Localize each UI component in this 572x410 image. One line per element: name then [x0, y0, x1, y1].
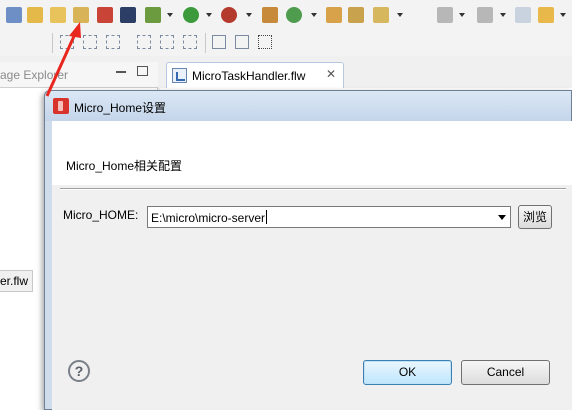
- grid-icon[interactable]: [258, 35, 272, 49]
- package-explorer-tab[interactable]: age Explorer: [0, 62, 158, 88]
- open-type-icon[interactable]: [326, 7, 342, 23]
- run-icon[interactable]: [183, 7, 199, 23]
- minimize-icon[interactable]: [116, 71, 126, 73]
- chevron-down-icon[interactable]: [498, 215, 506, 220]
- browse-button[interactable]: 浏览: [518, 205, 552, 229]
- dialog-titlebar[interactable]: Micro_Home设置: [45, 91, 571, 121]
- back-dropdown-icon[interactable]: [560, 13, 566, 17]
- micro-home-settings-dialog: Micro_Home设置 Micro_Home相关配置 Micro_HOME: …: [44, 90, 572, 410]
- editor-toolbar: 0%: [0, 30, 572, 82]
- back-arrow-icon[interactable]: [538, 7, 554, 23]
- dialog-body: Micro_Home相关配置 Micro_HOME: E:\micro\micr…: [52, 121, 572, 410]
- align-left-icon[interactable]: [60, 35, 74, 49]
- run-person-red-icon[interactable]: [97, 7, 113, 23]
- wrench-check-icon[interactable]: [6, 7, 22, 23]
- help-icon[interactable]: ?: [68, 360, 90, 382]
- dialog-header-text: Micro_Home相关配置: [66, 159, 183, 173]
- align-right-icon[interactable]: [106, 35, 120, 49]
- cancel-button[interactable]: Cancel: [461, 360, 550, 385]
- run-dropdown-icon[interactable]: [206, 13, 212, 17]
- flow-file-icon: [172, 68, 187, 83]
- close-icon[interactable]: ✕: [326, 67, 336, 81]
- debug-dropdown-icon[interactable]: [167, 13, 173, 17]
- micro-home-path-combo[interactable]: E:\micro\micro-server: [147, 206, 511, 228]
- package-explorer-title: age Explorer: [0, 68, 69, 82]
- prev-annotation-icon[interactable]: [477, 7, 493, 23]
- editor-tab-microtaskhandler[interactable]: MicroTaskHandler.flw ✕: [166, 62, 344, 88]
- text-caret: [266, 210, 268, 224]
- file-tree-item[interactable]: er.flw: [0, 270, 33, 292]
- ok-button[interactable]: OK: [363, 360, 452, 385]
- open-folder-icon[interactable]: [27, 7, 43, 23]
- maximize-icon[interactable]: [137, 66, 148, 76]
- align-center-icon[interactable]: [83, 35, 97, 49]
- micro-home-path-value: E:\micro\micro-server: [151, 211, 266, 225]
- pen-icon[interactable]: [373, 7, 389, 23]
- new-package-icon[interactable]: [262, 7, 278, 23]
- align-middle-icon[interactable]: [160, 35, 174, 49]
- snap-icon[interactable]: [235, 35, 249, 49]
- next-annotation-icon[interactable]: [437, 7, 453, 23]
- folder-icon[interactable]: [50, 7, 66, 23]
- new-class-dropdown-icon[interactable]: [311, 13, 317, 17]
- align-top-icon[interactable]: [137, 35, 151, 49]
- external-tools-icon[interactable]: [221, 7, 237, 23]
- last-edit-icon[interactable]: [515, 7, 531, 23]
- next-annotation-dropdown-icon[interactable]: [459, 13, 465, 17]
- editor-tab-label: MicroTaskHandler.flw: [192, 69, 306, 83]
- new-class-icon[interactable]: [286, 7, 302, 23]
- main-toolbar: [0, 0, 572, 30]
- run-person-icon[interactable]: [120, 7, 136, 23]
- pen-dropdown-icon[interactable]: [397, 13, 403, 17]
- app-icon: [53, 98, 69, 114]
- open-resource-icon[interactable]: [348, 7, 364, 23]
- toolbar-separator: [205, 33, 206, 53]
- micro-home-settings-icon[interactable]: [73, 7, 89, 23]
- external-tools-dropdown-icon[interactable]: [246, 13, 252, 17]
- match-size-icon[interactable]: [212, 35, 226, 49]
- debug-bug-icon[interactable]: [145, 7, 161, 23]
- align-bottom-icon[interactable]: [183, 35, 197, 49]
- micro-home-label: Micro_HOME:: [63, 208, 139, 222]
- toolbar-separator: [52, 33, 53, 53]
- dialog-header: Micro_Home相关配置: [52, 121, 572, 185]
- dialog-title: Micro_Home设置: [74, 101, 167, 115]
- header-separator: [60, 188, 566, 190]
- prev-annotation-dropdown-icon[interactable]: [500, 13, 506, 17]
